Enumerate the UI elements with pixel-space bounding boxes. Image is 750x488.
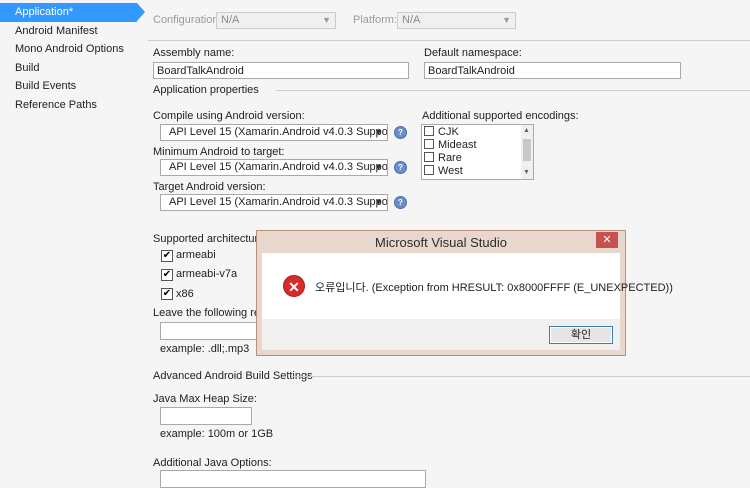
configuration-label: Configuration:	[153, 14, 222, 26]
java-heap-size-label: Java Max Heap Size:	[153, 393, 257, 405]
encoding-checkbox[interactable]	[424, 126, 434, 137]
list-item[interactable]: Rare	[424, 152, 462, 165]
armeabi-v7a-checkbox[interactable]: ✔	[161, 269, 173, 281]
target-android-value: API Level 15 (Xamarin.Android v4.0.3 Sup…	[169, 196, 388, 208]
list-item[interactable]: Mideast	[424, 139, 477, 152]
additional-java-options-label: Additional Java Options:	[153, 457, 272, 469]
chevron-down-icon: ▼	[322, 15, 331, 25]
java-heap-size-input[interactable]	[160, 407, 252, 425]
sidebar-item-mono-android-options[interactable]: Mono Android Options	[0, 40, 140, 59]
assembly-name-input[interactable]: BoardTalkAndroid	[153, 62, 409, 79]
encodings-label: Additional supported encodings:	[422, 110, 579, 122]
armeabi-label: armeabi	[176, 249, 216, 261]
default-namespace-input[interactable]: BoardTalkAndroid	[424, 62, 681, 79]
scroll-up-icon[interactable]: ▲	[523, 127, 530, 134]
supported-architectures-label: Supported architectures:	[153, 233, 273, 245]
encoding-checkbox[interactable]	[424, 152, 434, 163]
dialog-footer: 확인	[262, 319, 620, 350]
sidebar-item-build[interactable]: Build	[0, 59, 140, 78]
configuration-value: N/A	[221, 14, 240, 26]
application-properties-divider	[276, 90, 750, 91]
sidebar-item-application[interactable]: Application*	[0, 3, 145, 22]
dialog-title: Microsoft Visual Studio	[375, 235, 507, 250]
ok-button[interactable]: 확인	[549, 326, 613, 344]
scroll-down-icon[interactable]: ▼	[523, 169, 530, 176]
leave-resources-example: example: .dll;.mp3	[160, 343, 250, 355]
chevron-down-icon: ▼	[374, 197, 383, 207]
help-icon[interactable]: ?	[394, 161, 407, 174]
compile-version-label: Compile using Android version:	[153, 110, 305, 122]
sidebar-item-reference-paths[interactable]: Reference Paths	[0, 96, 140, 115]
error-icon: ✕	[283, 275, 305, 297]
default-namespace-label: Default namespace:	[424, 47, 522, 59]
error-dialog: Microsoft Visual Studio ✕ ✕ 오류입니다. (Exce…	[256, 230, 673, 356]
advanced-build-settings-header: Advanced Android Build Settings	[153, 370, 313, 382]
platform-dropdown[interactable]: N/A ▼	[397, 12, 516, 29]
encoding-checkbox[interactable]	[424, 139, 434, 150]
help-icon[interactable]: ?	[394, 196, 407, 209]
additional-java-options-input[interactable]	[160, 470, 426, 488]
top-divider	[148, 40, 750, 41]
encodings-list[interactable]: CJK Mideast Rare West ▲ ▼	[421, 124, 534, 180]
java-heap-size-example: example: 100m or 1GB	[160, 428, 274, 440]
help-icon[interactable]: ?	[394, 126, 407, 139]
encoding-checkbox[interactable]	[424, 165, 434, 176]
encoding-label: West	[438, 165, 463, 177]
encodings-scrollbar[interactable]: ▲ ▼	[521, 125, 533, 179]
minimum-android-dropdown[interactable]: API Level 15 (Xamarin.Android v4.0.3 Sup…	[160, 159, 388, 176]
encoding-label: Rare	[438, 152, 462, 164]
dialog-body: ✕ 오류입니다. (Exception from HRESULT: 0x8000…	[262, 253, 673, 319]
sidebar-item-build-events[interactable]: Build Events	[0, 77, 140, 96]
x86-label: x86	[176, 288, 194, 300]
armeabi-checkbox[interactable]: ✔	[161, 250, 173, 262]
encoding-label: CJK	[438, 126, 459, 138]
chevron-down-icon: ▼	[502, 15, 511, 25]
assembly-name-label: Assembly name:	[153, 47, 235, 59]
minimum-android-value: API Level 15 (Xamarin.Android v4.0.3 Sup…	[169, 161, 388, 173]
chevron-down-icon: ▼	[374, 127, 383, 137]
advanced-divider	[292, 376, 750, 377]
application-properties-header: Application properties	[153, 84, 259, 96]
dialog-message: 오류입니다. (Exception from HRESULT: 0x8000FF…	[315, 282, 673, 294]
platform-value: N/A	[402, 14, 421, 26]
list-item[interactable]: CJK	[424, 126, 459, 139]
scroll-thumb[interactable]	[523, 139, 531, 161]
encoding-label: Mideast	[438, 139, 477, 151]
armeabi-v7a-label: armeabi-v7a	[176, 268, 238, 280]
leave-resources-input[interactable]	[160, 322, 260, 340]
sidebar: Application* Android Manifest Mono Andro…	[0, 0, 145, 483]
check-icon: ✔	[162, 269, 172, 280]
configuration-dropdown[interactable]: N/A ▼	[216, 12, 336, 29]
platform-label: Platform:	[353, 14, 398, 26]
compile-version-dropdown[interactable]: API Level 15 (Xamarin.Android v4.0.3 Sup…	[160, 124, 388, 141]
compile-version-value: API Level 15 (Xamarin.Android v4.0.3 Sup…	[169, 126, 388, 138]
sidebar-item-android-manifest[interactable]: Android Manifest	[0, 22, 140, 41]
target-android-dropdown[interactable]: API Level 15 (Xamarin.Android v4.0.3 Sup…	[160, 194, 388, 211]
minimum-android-label: Minimum Android to target:	[153, 146, 285, 158]
check-icon: ✔	[162, 288, 172, 299]
close-icon[interactable]: ✕	[596, 232, 618, 248]
chevron-down-icon: ▼	[374, 162, 383, 172]
list-item[interactable]: West	[424, 165, 463, 178]
check-icon: ✔	[162, 250, 172, 261]
target-android-label: Target Android version:	[153, 181, 266, 193]
x86-checkbox[interactable]: ✔	[161, 288, 173, 300]
